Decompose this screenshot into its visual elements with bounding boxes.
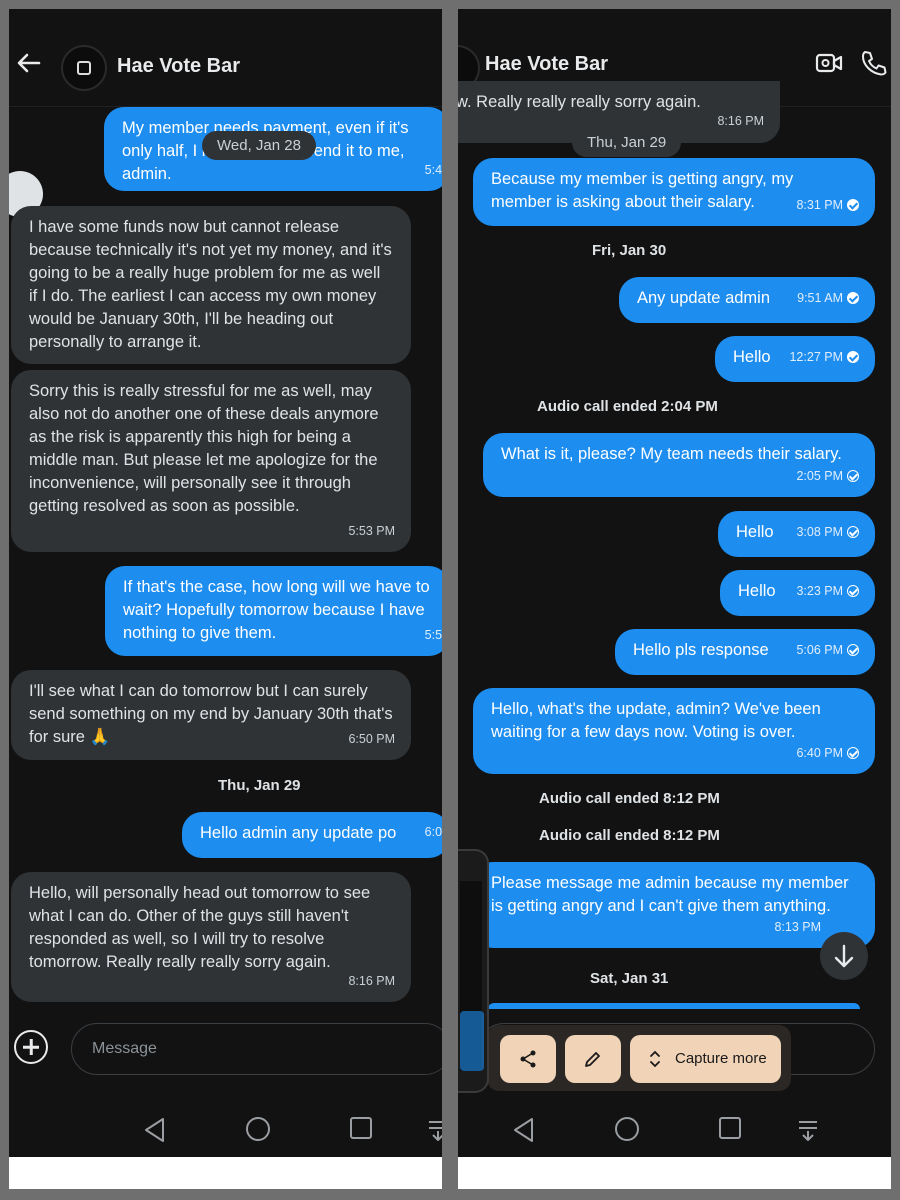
message-text: Hello pls response xyxy=(633,641,769,659)
thumbnail-content xyxy=(460,1011,484,1071)
message-input[interactable]: Message xyxy=(71,1023,442,1075)
outgoing-message[interactable]: Any update admin 9:51 AM xyxy=(619,277,875,323)
screenshot-thumbnail[interactable] xyxy=(458,849,489,1093)
outgoing-message[interactable]: Hello pls response 5:06 PM xyxy=(615,629,875,675)
incoming-message[interactable]: I'll see what I can do tomorrow but I ca… xyxy=(11,670,411,760)
outgoing-message[interactable]: Hello 3:08 PM xyxy=(718,511,875,557)
outgoing-message[interactable]: Hello 12:27 PM xyxy=(715,336,875,382)
message-text: I'll see what I can do tomorrow but I ca… xyxy=(29,682,393,746)
message-time: 5:53 PM xyxy=(348,524,395,538)
message-text: If that's the case, how long will we hav… xyxy=(123,578,430,642)
message-time: 3:23 PM xyxy=(796,580,859,603)
nav-back-icon[interactable] xyxy=(512,1117,536,1143)
message-time: 8:31 PM xyxy=(796,194,859,217)
call-ended-notice: Audio call ended 8:12 PM xyxy=(539,827,720,844)
outgoing-message[interactable]: Please message me admin because my membe… xyxy=(473,862,875,948)
message-time: 9:51 AM xyxy=(797,287,859,310)
contact-name[interactable]: Hae Vote Bar xyxy=(117,55,240,78)
message-text: Hello, what's the update, admin? We've b… xyxy=(491,700,821,741)
message-text: Hello xyxy=(733,348,771,366)
message-time: 6:50 PM xyxy=(348,732,395,746)
android-nav-bar xyxy=(458,1105,891,1157)
nav-collapse-icon[interactable] xyxy=(797,1119,819,1141)
message-text: What is it, please? My team needs their … xyxy=(501,445,842,463)
bottom-strip xyxy=(9,1157,442,1189)
message-time: 8:16 PM xyxy=(348,974,395,988)
capture-more-label: Capture more xyxy=(675,1050,767,1067)
back-arrow-icon[interactable] xyxy=(15,49,43,77)
incoming-message[interactable]: I have some funds now but cannot release… xyxy=(11,206,411,364)
message-text: Hello admin any update po xyxy=(200,824,397,842)
capture-more-button[interactable]: Capture more xyxy=(630,1035,781,1083)
message-time: 12:27 PM xyxy=(789,346,859,369)
message-time: 8:16 PM xyxy=(717,114,764,128)
message-time: 8:13 PM xyxy=(774,920,821,934)
nav-home-icon[interactable] xyxy=(615,1117,639,1141)
outgoing-message[interactable]: If that's the case, how long will we hav… xyxy=(105,566,442,656)
message-text: I have some funds now but cannot release… xyxy=(29,218,392,351)
outgoing-message[interactable]: Because my member is getting angry, my m… xyxy=(473,158,875,226)
message-time: 3:08 PM xyxy=(796,521,859,544)
left-chat-screenshot: Hae Vote Bar My member needs payment, ev… xyxy=(9,9,442,1157)
message-text: Hello, will personally head out tomorrow… xyxy=(29,884,371,971)
message-time: 5:06 PM xyxy=(796,639,859,662)
incoming-message[interactable]: Sorry this is really stressful for me as… xyxy=(11,370,411,552)
video-call-icon[interactable] xyxy=(815,51,843,75)
message-placeholder: Message xyxy=(92,1040,157,1057)
share-icon xyxy=(520,1050,536,1068)
incoming-message[interactable]: Hello, will personally head out tomorrow… xyxy=(11,872,411,1002)
message-text: Hello xyxy=(736,523,774,541)
message-time: 6:40 PM xyxy=(796,742,859,765)
arrow-down-icon xyxy=(834,944,854,968)
chat-header: Hae Vote Bar xyxy=(9,9,442,107)
outgoing-message[interactable]: Hello admin any update po 6:07 xyxy=(182,812,442,858)
message-time: 5:57 xyxy=(424,628,442,642)
contact-name[interactable]: Hae Vote Bar xyxy=(485,53,608,76)
message-text: Hello xyxy=(738,582,776,600)
phone-icon[interactable] xyxy=(859,49,887,77)
nav-collapse-icon[interactable] xyxy=(427,1119,442,1141)
call-ended-notice: Audio call ended 2:04 PM xyxy=(537,398,718,415)
partial-message xyxy=(488,1003,860,1009)
message-text: Please message me admin because my membe… xyxy=(491,874,849,915)
message-time: 2:05 PM xyxy=(796,465,859,488)
message-text: w. Really really really sorry again. xyxy=(458,93,701,111)
outgoing-message[interactable]: Hello, what's the update, admin? We've b… xyxy=(473,688,875,774)
contact-avatar[interactable] xyxy=(61,45,107,91)
call-ended-notice: Audio call ended 8:12 PM xyxy=(539,790,720,807)
date-separator: Thu, Jan 29 xyxy=(218,777,301,794)
ballot-box-icon xyxy=(77,61,91,75)
message-time: 5:43 xyxy=(424,163,442,177)
nav-recents-icon[interactable] xyxy=(350,1117,372,1139)
message-time: 6:07 xyxy=(424,825,442,839)
date-separator: Thu, Jan 29 xyxy=(572,128,682,157)
expand-icon xyxy=(650,1050,660,1068)
outgoing-message[interactable]: What is it, please? My team needs their … xyxy=(483,433,875,497)
outgoing-message[interactable]: Hello 3:23 PM xyxy=(720,570,875,616)
nav-back-icon[interactable] xyxy=(143,1117,167,1143)
edit-button[interactable] xyxy=(565,1035,621,1083)
nav-home-icon[interactable] xyxy=(246,1117,270,1141)
right-chat-screenshot: Hae Vote Bar w. Really really really sor… xyxy=(458,9,891,1157)
scroll-to-bottom-button[interactable] xyxy=(820,932,868,980)
date-separator: Fri, Jan 30 xyxy=(592,242,667,259)
message-text: Because my member is getting angry, my m… xyxy=(491,170,794,211)
add-attachment-icon[interactable] xyxy=(14,1030,48,1064)
date-separator: Sat, Jan 31 xyxy=(590,970,669,987)
share-button[interactable] xyxy=(500,1035,556,1083)
message-text: Any update admin xyxy=(637,289,771,307)
date-separator: Wed, Jan 28 xyxy=(202,131,316,160)
android-nav-bar xyxy=(9,1105,442,1157)
pencil-icon xyxy=(585,1052,600,1067)
nav-recents-icon[interactable] xyxy=(719,1117,741,1139)
message-text: Sorry this is really stressful for me as… xyxy=(29,382,379,515)
bottom-strip xyxy=(458,1157,891,1189)
